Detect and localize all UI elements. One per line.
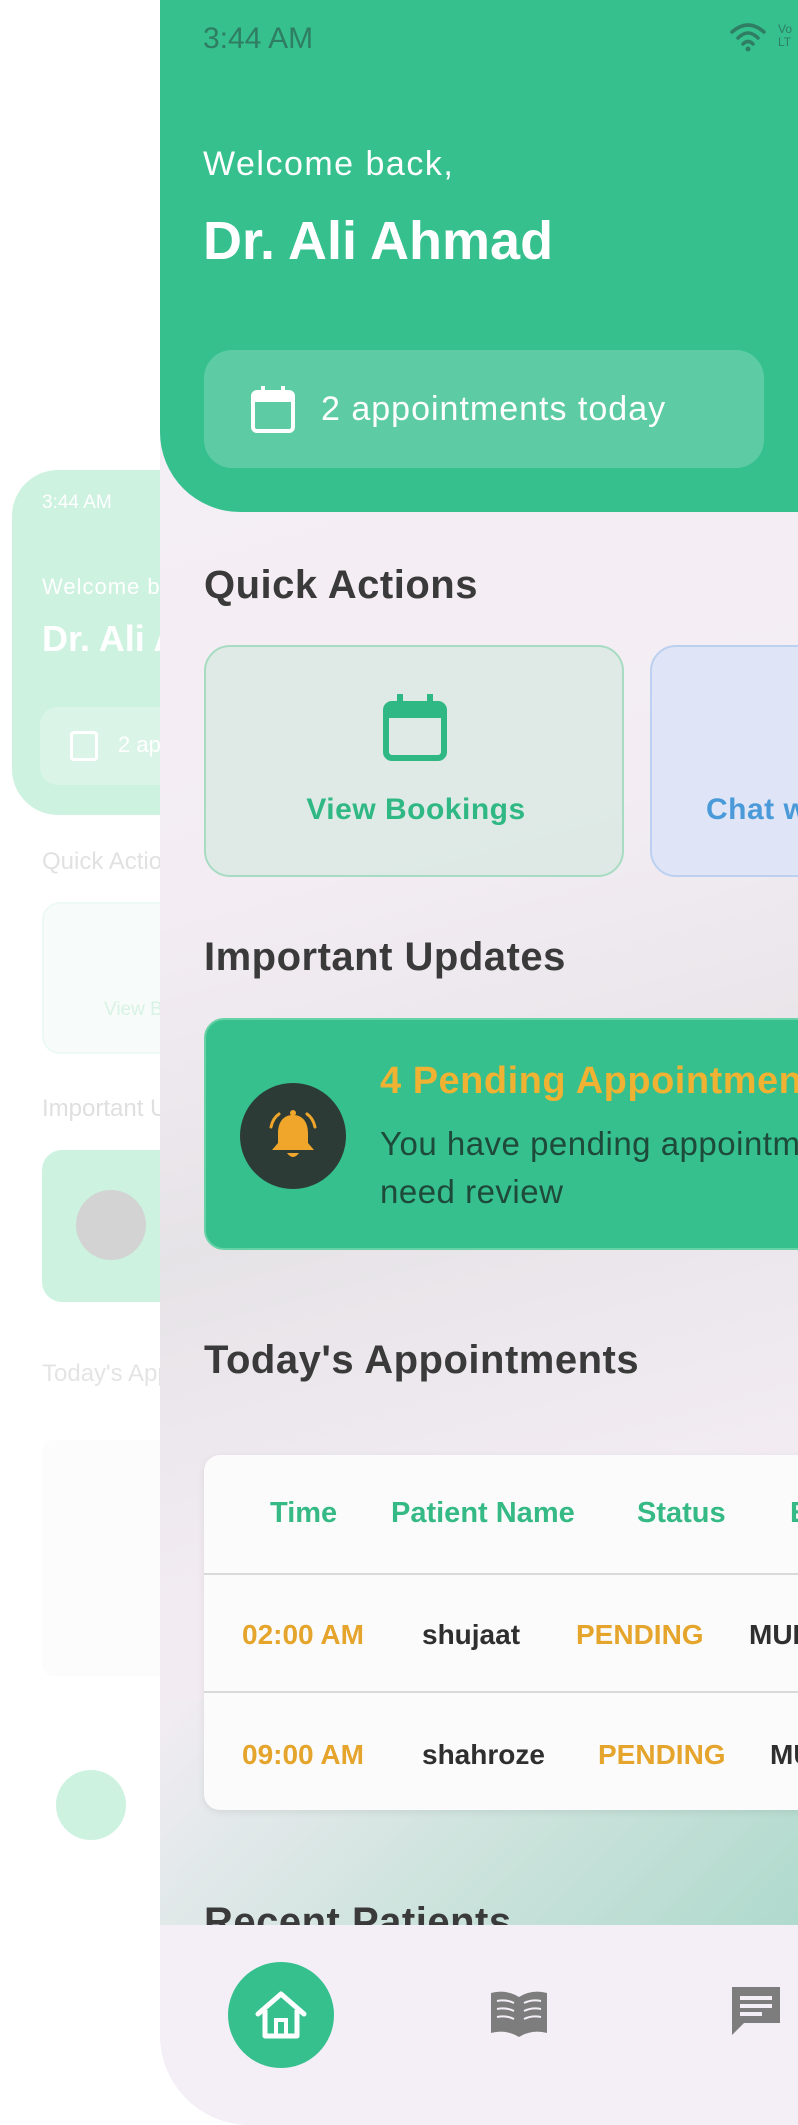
column-header-status[interactable]: Status xyxy=(637,1497,726,1530)
view-bookings-button[interactable]: View Bookings xyxy=(204,645,624,877)
status-badge: PENDING xyxy=(598,1739,726,1770)
table-row[interactable]: 02:00 AM shujaat PENDING MUH xyxy=(204,1575,798,1693)
appointment-time: 09:00 AM xyxy=(242,1739,364,1770)
ghost-home-icon xyxy=(56,1770,126,1840)
important-updates-title: Important Updates xyxy=(204,935,566,979)
app-screen: 3:44 AM Vo LT Welcome back, Dr. Ali Ahma… xyxy=(160,0,798,2125)
ghost-status-time: 3:44 AM xyxy=(42,492,112,513)
bell-badge xyxy=(240,1083,346,1189)
status-badge: PENDING xyxy=(576,1619,704,1650)
update-title: 4 Pending Appointmen xyxy=(380,1060,798,1102)
network-type-label: Vo LT xyxy=(778,23,793,49)
doctor-name: Dr. Ali Ahmad xyxy=(203,211,554,271)
column-header-time[interactable]: Time xyxy=(270,1497,337,1530)
patient-name: shujaat xyxy=(422,1619,521,1650)
ghost-bell-icon xyxy=(76,1190,146,1260)
appointments-table: Time Patient Name Status E 02:00 AM shuj… xyxy=(204,1455,798,1810)
welcome-text: Welcome back, xyxy=(203,145,455,183)
quick-actions-title: Quick Actions xyxy=(204,563,478,607)
appointment-time: 02:00 AM xyxy=(242,1619,364,1650)
table-row[interactable]: 09:00 AM shahroze PENDING MU xyxy=(204,1695,798,1810)
nav-home-button[interactable] xyxy=(228,1962,334,2068)
extra-cell: MUH xyxy=(749,1619,798,1650)
view-bookings-label: View Bookings xyxy=(306,793,526,826)
status-bar-icons: Vo LT xyxy=(728,20,798,52)
extra-cell: MU xyxy=(770,1739,798,1770)
status-bar-time: 3:44 AM xyxy=(203,22,314,55)
book-icon[interactable] xyxy=(488,1987,550,2039)
column-header-extra[interactable]: E xyxy=(790,1497,798,1530)
patient-name: shahroze xyxy=(422,1739,545,1770)
todays-appointments-title: Today's Appointments xyxy=(204,1338,640,1382)
column-header-patient-name[interactable]: Patient Name xyxy=(391,1497,575,1530)
chat-icon[interactable] xyxy=(728,1983,784,2039)
ghost-calendar-icon xyxy=(70,731,98,761)
calendar-icon xyxy=(251,386,295,433)
table-header: Time Patient Name Status E xyxy=(204,1455,798,1575)
chat-label: Chat w xyxy=(706,793,798,826)
calendar-icon xyxy=(383,694,447,761)
pending-appointments-update[interactable]: 4 Pending Appointmen You have pending ap… xyxy=(204,1018,798,1250)
bottom-navigation xyxy=(160,1925,798,2125)
appointments-today-text: 2 appointments today xyxy=(321,389,667,428)
bell-icon xyxy=(269,1110,317,1157)
welcome-header: 3:44 AM Vo LT Welcome back, Dr. Ali Ahma… xyxy=(160,0,798,512)
wifi-icon xyxy=(730,23,766,52)
appointments-today-pill[interactable]: 2 appointments today xyxy=(204,350,764,468)
chat-button[interactable]: Chat w xyxy=(650,645,798,877)
update-body: You have pending appointm need review xyxy=(380,1125,798,1210)
home-icon xyxy=(255,1991,307,2039)
